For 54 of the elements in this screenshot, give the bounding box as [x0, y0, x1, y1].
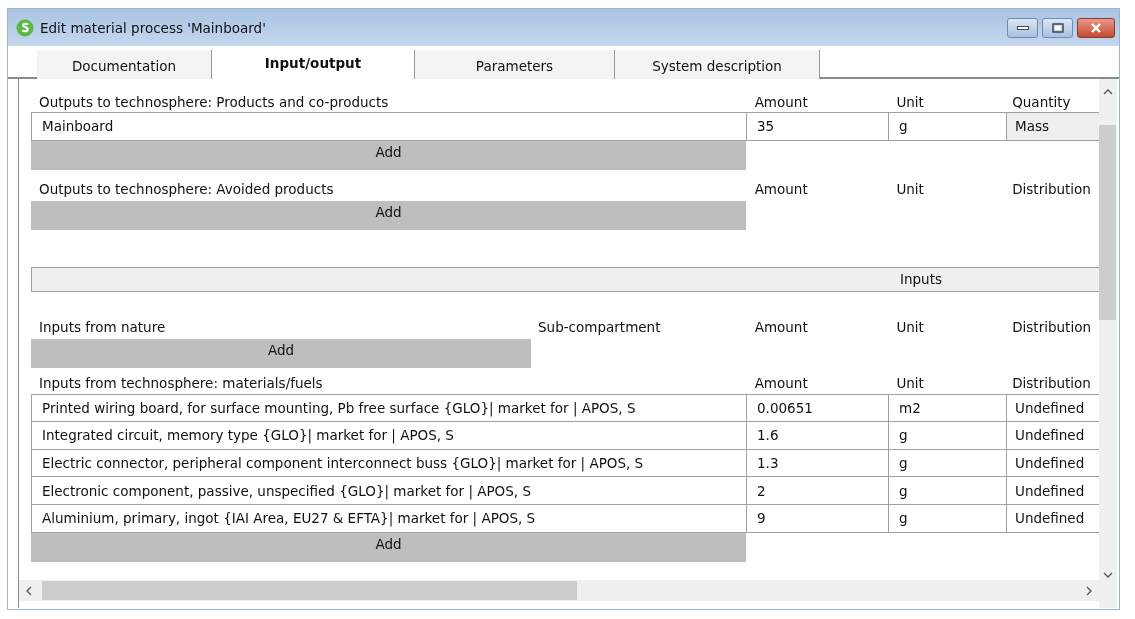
table-cell: Aluminium, primary, ingot {IAI Area, EU27 & EFTA}| market for | APOS, S	[31, 504, 746, 532]
column-header: Amount	[753, 375, 809, 392]
close-button[interactable]	[1077, 18, 1115, 38]
table-cell: g	[888, 422, 1006, 449]
maximize-icon	[1051, 23, 1064, 33]
table-cell: Mainboard	[31, 113, 746, 140]
column-header: Distribution	[1011, 319, 1092, 336]
window-title: Edit material process 'Mainboard'	[40, 19, 267, 36]
tab[interactable]: System description	[615, 50, 820, 79]
add-button[interactable]: Add	[31, 338, 531, 368]
column-header: Amount	[753, 181, 809, 198]
scrollbar-thumb[interactable]	[42, 581, 577, 600]
column-header: Unit	[895, 319, 925, 336]
section-heading: Inputs from nature	[38, 319, 167, 336]
table-cell: g	[888, 504, 1006, 532]
section-heading: Outputs to technosphere: Products and co-products	[38, 93, 390, 110]
add-button[interactable]: Add	[31, 140, 746, 170]
banner-label: Inputs	[900, 271, 942, 288]
tab[interactable]: Parameters	[415, 50, 615, 79]
column-header: Unit	[895, 181, 925, 198]
column-header: Unit	[895, 375, 925, 392]
column-header: Quantity	[1011, 93, 1072, 110]
minimize-icon	[1016, 25, 1029, 31]
scroll-up-icon[interactable]	[1103, 89, 1113, 95]
column-header: Distribution	[1011, 375, 1092, 392]
table-cell: g	[888, 477, 1006, 504]
column-header: Sub-compartment	[537, 319, 662, 336]
column-header: Unit	[895, 93, 925, 110]
table-cell: Integrated circuit, memory type {GLO}| market for | APOS, S	[31, 422, 746, 449]
vertical-scrollbar[interactable]	[1099, 79, 1117, 608]
scroll-down-icon[interactable]	[1103, 572, 1113, 578]
tab[interactable]: Input/output	[212, 50, 415, 79]
maximize-button[interactable]	[1042, 18, 1073, 38]
table-cell: 1.6	[746, 422, 888, 449]
column-header: Amount	[753, 93, 809, 110]
column-header: Distribution	[1011, 181, 1092, 198]
table-cell: 35	[746, 113, 888, 140]
scroll-left-icon[interactable]	[26, 585, 32, 596]
scrollbar-thumb[interactable]	[1099, 125, 1116, 320]
scroll-right-icon[interactable]	[1086, 585, 1092, 596]
app-logo-icon	[16, 18, 34, 37]
column-header: Amount	[753, 319, 809, 336]
section-heading: Outputs to technosphere: Avoided products	[38, 181, 335, 198]
add-button[interactable]: Add	[31, 532, 746, 562]
table-cell: 9	[746, 504, 888, 532]
table-cell: Mass	[1006, 113, 1099, 140]
horizontal-scrollbar[interactable]	[19, 580, 1099, 601]
close-icon	[1090, 23, 1102, 33]
section-heading: Inputs from technosphere: materials/fuels	[38, 375, 324, 392]
minimize-button[interactable]	[1007, 18, 1038, 38]
table-cell: Electronic component, passive, unspecified {GLO}| market for | APOS, S	[31, 477, 746, 504]
table-cell: 2	[746, 477, 888, 504]
tab[interactable]: Documentation	[37, 50, 212, 79]
add-button[interactable]: Add	[31, 200, 746, 230]
